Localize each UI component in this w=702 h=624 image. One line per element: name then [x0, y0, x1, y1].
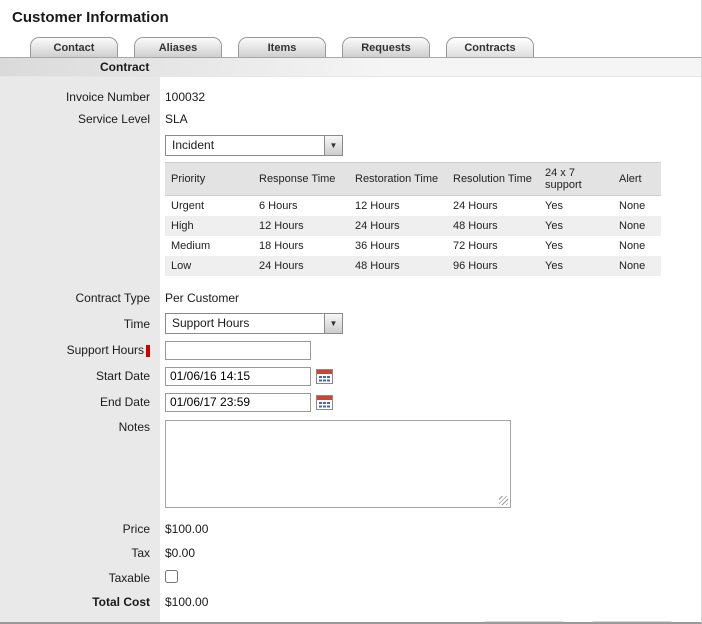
contracts-tab-content: Contract Invoice Number 100032 Service L… [0, 57, 701, 624]
tab-requests[interactable]: Requests [342, 37, 430, 57]
chevron-down-icon: ▼ [324, 136, 342, 155]
notes-label: Notes [0, 420, 160, 434]
contract-type-label: Contract Type [0, 291, 160, 305]
invoice-number-label: Invoice Number [0, 90, 160, 104]
total-cost-row: Total Cost $100.00 [0, 592, 701, 612]
sla-priority-table: Priority Response Time Restoration Time … [165, 162, 661, 276]
total-cost-value: $100.00 [160, 595, 208, 609]
end-date-row: End Date [0, 392, 701, 412]
col-alert: Alert [613, 163, 661, 196]
time-select-value: Support Hours [166, 314, 324, 333]
contract-type-value: Per Customer [160, 291, 239, 305]
time-row: Time Support Hours ▼ [0, 313, 701, 334]
start-date-calendar-button[interactable] [316, 368, 333, 384]
price-value: $100.00 [160, 522, 208, 536]
tax-value: $0.00 [160, 546, 195, 560]
classification-select-value: Incident [166, 136, 324, 155]
service-level-row: Service Level SLA [0, 109, 701, 129]
table-row: Urgent 6 Hours 12 Hours 24 Hours Yes Non… [165, 196, 661, 217]
calendar-icon [316, 394, 333, 410]
end-date-label: End Date [0, 395, 160, 409]
chevron-down-icon: ▼ [324, 314, 342, 333]
service-level-value: SLA [160, 112, 188, 126]
invoice-number-value: 100032 [160, 90, 205, 104]
end-date-input[interactable] [165, 393, 311, 412]
contract-form: Invoice Number 100032 Service Level SLA … [0, 77, 701, 624]
table-row: Low 24 Hours 48 Hours 96 Hours Yes None [165, 256, 661, 276]
tab-items[interactable]: Items [238, 37, 326, 57]
col-priority: Priority [165, 163, 253, 196]
contract-type-row: Contract Type Per Customer [0, 288, 701, 308]
tab-contracts[interactable]: Contracts [446, 37, 534, 57]
col-response-time: Response Time [253, 163, 349, 196]
taxable-row: Taxable [0, 568, 701, 588]
table-row: Medium 18 Hours 36 Hours 72 Hours Yes No… [165, 236, 661, 256]
time-label: Time [0, 317, 160, 331]
start-date-input[interactable] [165, 367, 311, 386]
start-date-row: Start Date [0, 366, 701, 386]
support-hours-label: Support Hours [67, 343, 144, 357]
service-level-label: Service Level [0, 112, 160, 126]
support-hours-row: Support Hours [0, 340, 701, 360]
col-restoration-time: Restoration Time [349, 163, 447, 196]
tab-bar: Contact Aliases Items Requests Contracts [0, 33, 701, 57]
classification-row: Incident ▼ [0, 135, 701, 156]
time-select[interactable]: Support Hours ▼ [165, 313, 343, 334]
total-cost-label: Total Cost [0, 595, 160, 609]
col-24x7-support: 24 x 7 support [539, 163, 613, 196]
invoice-number-row: Invoice Number 100032 [0, 87, 701, 107]
tab-contact[interactable]: Contact [30, 37, 118, 57]
notes-row: Notes [0, 420, 701, 511]
notes-textarea[interactable] [165, 420, 511, 508]
section-header-contract: Contract [0, 58, 701, 77]
tax-row: Tax $0.00 [0, 543, 701, 563]
taxable-checkbox[interactable] [165, 570, 178, 583]
tab-aliases[interactable]: Aliases [134, 37, 222, 57]
support-hours-input[interactable] [165, 341, 311, 360]
start-date-label: Start Date [0, 369, 160, 383]
action-button-bar: Cancel Save [0, 614, 701, 624]
customer-information-panel: Customer Information Contact Aliases Ite… [0, 0, 702, 624]
page-title: Customer Information [0, 0, 701, 33]
classification-select[interactable]: Incident ▼ [165, 135, 343, 156]
calendar-icon [316, 368, 333, 384]
table-header-row: Priority Response Time Restoration Time … [165, 163, 661, 196]
taxable-label: Taxable [0, 571, 160, 585]
end-date-calendar-button[interactable] [316, 394, 333, 410]
price-label: Price [0, 522, 160, 536]
required-indicator [146, 345, 150, 357]
table-row: High 12 Hours 24 Hours 48 Hours Yes None [165, 216, 661, 236]
price-row: Price $100.00 [0, 519, 701, 539]
resize-grip[interactable] [499, 496, 508, 505]
col-resolution-time: Resolution Time [447, 163, 539, 196]
tax-label: Tax [0, 546, 160, 560]
